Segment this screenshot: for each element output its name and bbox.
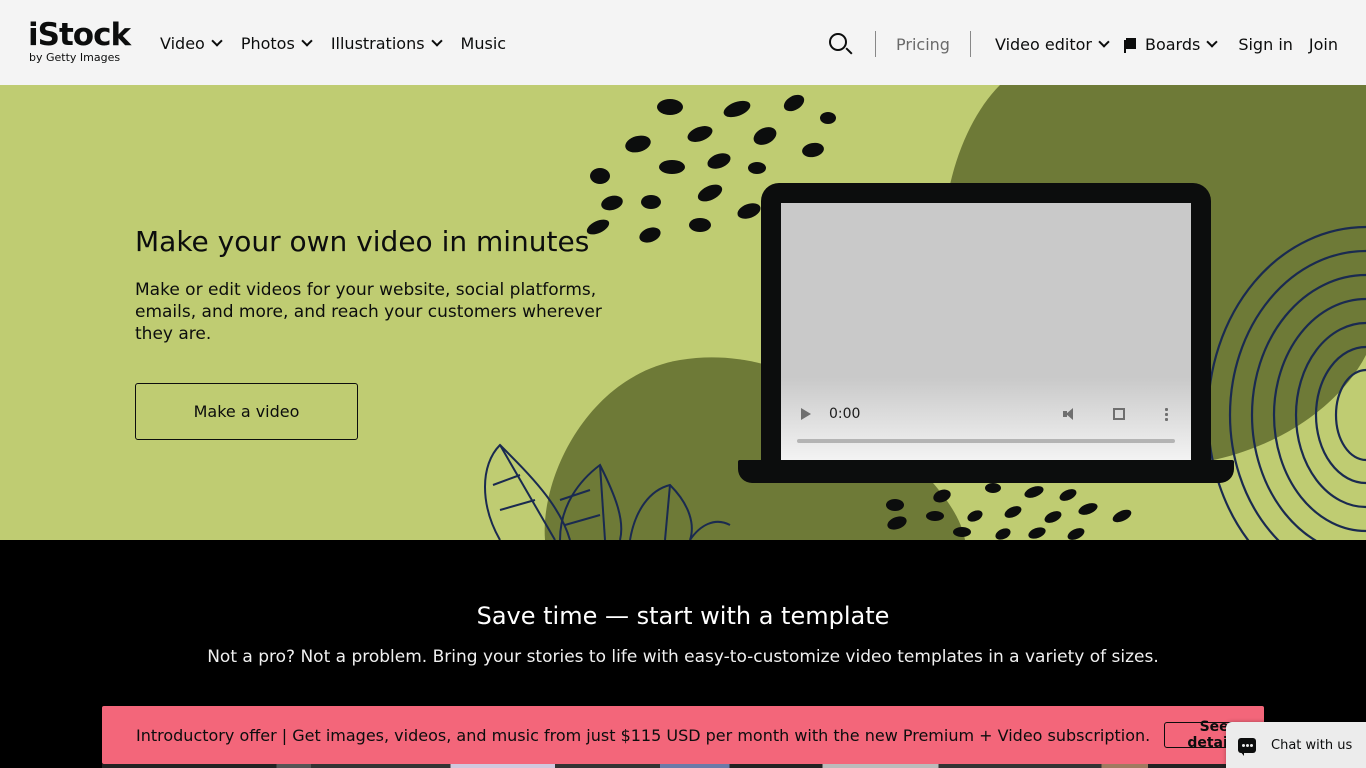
chevron-down-icon — [1098, 36, 1110, 48]
template-thumbnails-strip — [102, 764, 1264, 768]
nav-divider — [969, 31, 971, 57]
more-options-icon[interactable] — [1165, 407, 1168, 421]
chat-bubble-icon — [1238, 737, 1256, 756]
sign-in-link[interactable]: Sign in — [1238, 35, 1293, 54]
nav-music-label: Music — [460, 33, 507, 53]
chevron-down-icon — [301, 35, 313, 47]
volume-icon[interactable] — [1063, 407, 1079, 421]
promo-banner: Introductory offer | Get images, videos,… — [102, 706, 1264, 764]
hero-section: Make your own video in minutes Make or e… — [0, 85, 1366, 540]
chat-label: Chat with us — [1271, 737, 1353, 753]
templates-title: Save time — start with a template — [476, 602, 890, 630]
make-a-video-button[interactable]: Make a video — [135, 383, 358, 440]
nav-photos[interactable]: Photos — [240, 30, 313, 56]
istock-logo[interactable]: iStock by Getty Images — [28, 18, 138, 68]
nav-video-editor-label: Video editor — [994, 34, 1092, 54]
search-icon-handle — [845, 47, 853, 55]
secondary-nav: Pricing Video editor Boards Sign in Join — [827, 30, 1338, 58]
boards-icon — [1123, 37, 1136, 53]
templates-description: Not a pro? Not a problem. Bring your sto… — [207, 647, 1159, 667]
nav-illustrations[interactable]: Illustrations — [330, 30, 443, 56]
video-player[interactable]: 0:00 — [781, 203, 1191, 460]
primary-nav: Video Photos Illustrations Music — [160, 30, 506, 56]
hero-title: Make your own video in minutes — [135, 225, 590, 258]
logo-wordmark: iStock — [28, 17, 131, 53]
play-icon[interactable] — [801, 408, 811, 420]
nav-photos-label: Photos — [240, 33, 295, 53]
nav-video-label: Video — [160, 33, 205, 53]
nav-video-editor[interactable]: Video editor — [994, 31, 1110, 57]
nav-pricing[interactable]: Pricing — [896, 35, 950, 54]
nav-music[interactable]: Music — [461, 30, 507, 56]
nav-divider — [875, 31, 877, 57]
site-header: iStock by Getty Images Video Photos Illu… — [0, 0, 1366, 85]
video-time: 0:00 — [829, 406, 861, 422]
chat-widget-button[interactable]: Chat with us — [1226, 722, 1366, 768]
nav-illustrations-label: Illustrations — [330, 33, 425, 53]
fullscreen-icon[interactable] — [1113, 408, 1125, 420]
logo-tagline: by Getty Images — [29, 51, 121, 64]
chevron-down-icon — [1206, 36, 1218, 48]
chevron-down-icon — [430, 35, 443, 47]
video-progress-bar[interactable] — [797, 439, 1175, 443]
hero-description: Make or edit videos for your website, so… — [135, 280, 602, 344]
search-icon[interactable] — [827, 30, 855, 58]
nav-boards-label: Boards — [1144, 34, 1201, 54]
nav-boards[interactable]: Boards — [1123, 31, 1218, 57]
chevron-down-icon — [211, 35, 223, 47]
join-link[interactable]: Join — [1309, 35, 1338, 54]
promo-text: Introductory offer | Get images, videos,… — [136, 725, 1151, 745]
laptop-base — [738, 460, 1234, 483]
nav-video[interactable]: Video — [160, 30, 223, 56]
